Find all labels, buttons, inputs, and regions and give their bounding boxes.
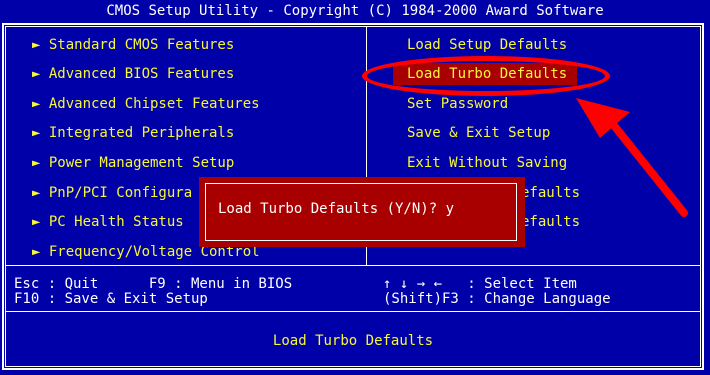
red-arrow-icon (576, 98, 688, 217)
